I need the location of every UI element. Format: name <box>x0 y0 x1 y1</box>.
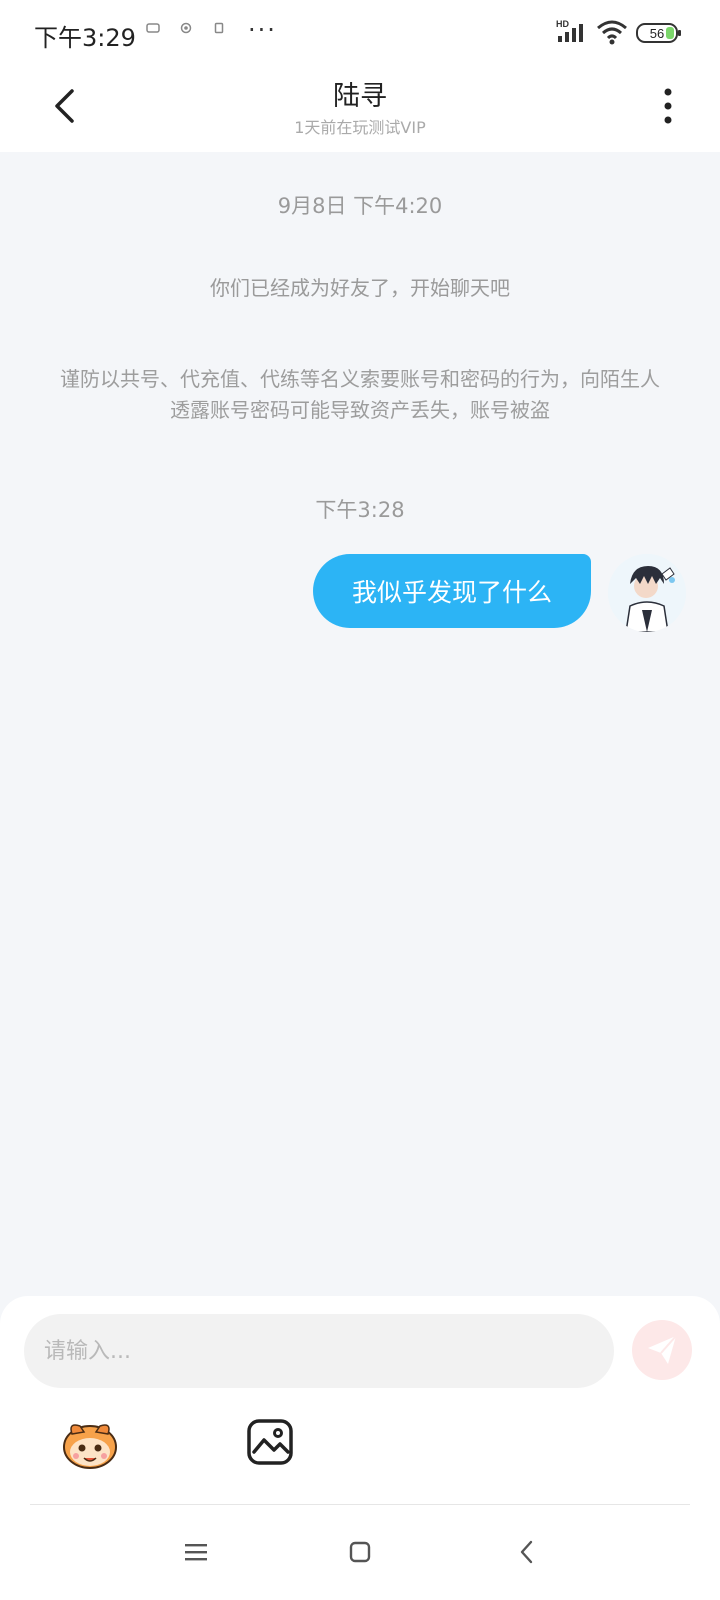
nav-back-icon <box>520 1540 533 1564</box>
more-notifications-icon: ··· <box>248 16 277 44</box>
divider <box>30 1504 690 1505</box>
cellular-signal-icon: HD <box>556 18 592 50</box>
system-message-warning: 谨防以共号、代充值、代练等名义索要账号和密码的行为，向陌生人透露账号密码可能导致… <box>60 367 660 422</box>
contact-status: 1天前在玩测试VIP <box>294 118 426 137</box>
nav-recents-button[interactable] <box>172 1528 220 1576</box>
composer-panel <box>0 1296 720 1600</box>
notification-icon-1 <box>146 22 160 37</box>
chat-timestamp: 9月8日 下午4:20 <box>277 194 443 218</box>
emoji-button[interactable] <box>60 1414 120 1474</box>
emoji-icon <box>63 1424 117 1469</box>
battery-icon: 56 <box>636 22 682 48</box>
send-button[interactable] <box>632 1320 692 1380</box>
system-message-friend: 你们已经成为好友了，开始聊天吧 <box>210 276 510 300</box>
nav-home-button[interactable] <box>336 1528 384 1576</box>
message-bubble-outgoing[interactable]: 我似乎发现了什么 <box>313 554 591 628</box>
nav-back-button[interactable] <box>503 1528 551 1576</box>
user-avatar[interactable] <box>608 554 686 632</box>
avatar-image <box>608 554 686 632</box>
notification-icon-3 <box>214 22 224 37</box>
chat-header: 陆寻 1天前在玩测试VIP <box>0 64 720 152</box>
send-icon <box>648 1335 677 1364</box>
hd-label: HD <box>556 19 569 29</box>
wifi-icon <box>596 18 628 50</box>
image-picker-button[interactable] <box>246 1418 294 1466</box>
menu-icon <box>185 1544 207 1561</box>
contact-name: 陆寻 <box>333 81 387 112</box>
home-square-icon <box>349 1541 371 1563</box>
message-input[interactable] <box>24 1314 614 1388</box>
status-time: 下午3:29 <box>34 24 136 52</box>
more-options-button[interactable] <box>648 78 688 134</box>
battery-level: 56 <box>650 26 664 41</box>
image-icon <box>247 1419 293 1465</box>
chat-timestamp: 下午3:28 <box>315 498 405 522</box>
status-bar: 下午3:29 ··· HD 56 <box>0 0 720 64</box>
notification-icon-2 <box>180 22 192 37</box>
more-vertical-icon <box>664 88 672 124</box>
